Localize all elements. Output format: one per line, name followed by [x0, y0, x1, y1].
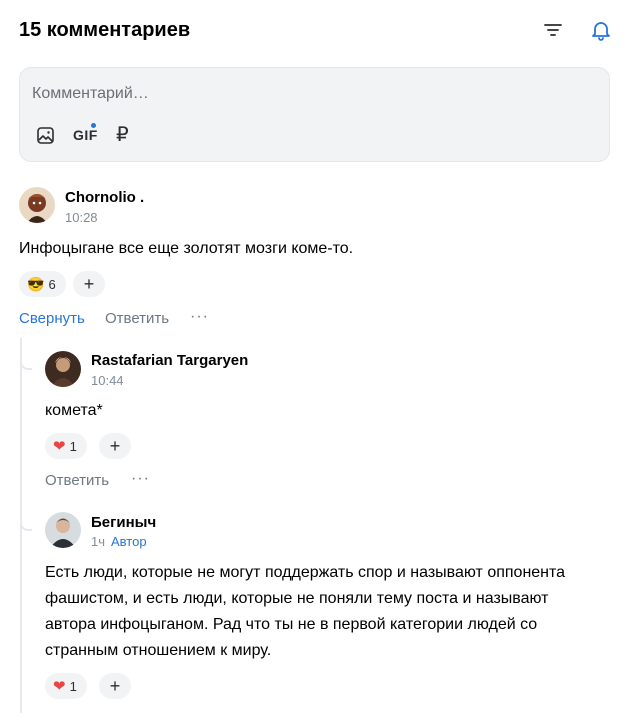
- avatar[interactable]: [45, 512, 81, 548]
- image-attach-button[interactable]: [36, 123, 56, 147]
- bell-icon[interactable]: [589, 18, 613, 42]
- collapse-button[interactable]: Свернуть: [19, 310, 85, 327]
- comments-header: 15 комментариев: [19, 16, 613, 44]
- reply-text: комета*: [45, 402, 103, 419]
- comment-input[interactable]: [32, 82, 592, 106]
- plus-icon: +: [83, 274, 95, 294]
- reaction-chip[interactable]: ❤ 1: [45, 433, 87, 459]
- heart-icon: ❤: [53, 678, 66, 695]
- reply-button[interactable]: Ответить: [105, 310, 169, 327]
- gif-new-dot: [91, 123, 96, 128]
- comment-text: Инфоцыгане все еще золотят мозги коме-то…: [19, 240, 354, 257]
- plus-icon: +: [109, 676, 121, 696]
- sort-icon[interactable]: [541, 18, 565, 42]
- add-reaction-button[interactable]: +: [99, 673, 131, 699]
- more-options-button[interactable]: ···: [131, 470, 150, 488]
- gif-button[interactable]: GIF: [73, 123, 101, 147]
- plus-icon: +: [109, 436, 121, 456]
- reply-author[interactable]: Rastafarian Targaryen: [91, 352, 248, 369]
- image-icon: [37, 127, 54, 144]
- comment-time[interactable]: 10:28: [65, 210, 98, 225]
- comments-count-title: 15 комментариев: [19, 19, 191, 41]
- reaction-count: 6: [48, 276, 56, 292]
- heart-icon: ❤: [53, 438, 66, 455]
- ruble-icon: ₽: [116, 124, 129, 146]
- reaction-chip[interactable]: 😎 6: [19, 271, 66, 297]
- reply-time[interactable]: 1ч: [91, 534, 105, 549]
- cool-emoji-icon: 😎: [27, 275, 45, 292]
- gif-label: GIF: [73, 127, 98, 143]
- reply-text: Есть люди, которые не могут поддержать с…: [45, 564, 566, 659]
- reply-meta: 1ч Автор: [91, 534, 147, 549]
- reply-author[interactable]: Бегиныч: [91, 514, 156, 531]
- comment-composer: GIF ₽: [19, 67, 610, 162]
- reaction-count: 1: [69, 678, 77, 694]
- avatar[interactable]: [45, 351, 81, 387]
- reply-button[interactable]: Ответить: [45, 472, 109, 489]
- reaction-chip[interactable]: ❤ 1: [45, 673, 87, 699]
- avatar[interactable]: [19, 187, 55, 223]
- author-badge: Автор: [111, 534, 147, 549]
- reaction-count: 1: [69, 438, 77, 454]
- donate-button[interactable]: ₽: [116, 123, 129, 147]
- comment-author[interactable]: Chornolio .: [65, 189, 144, 206]
- reply-time[interactable]: 10:44: [91, 373, 124, 388]
- add-reaction-button[interactable]: +: [73, 271, 105, 297]
- add-reaction-button[interactable]: +: [99, 433, 131, 459]
- more-options-button[interactable]: ···: [190, 308, 209, 326]
